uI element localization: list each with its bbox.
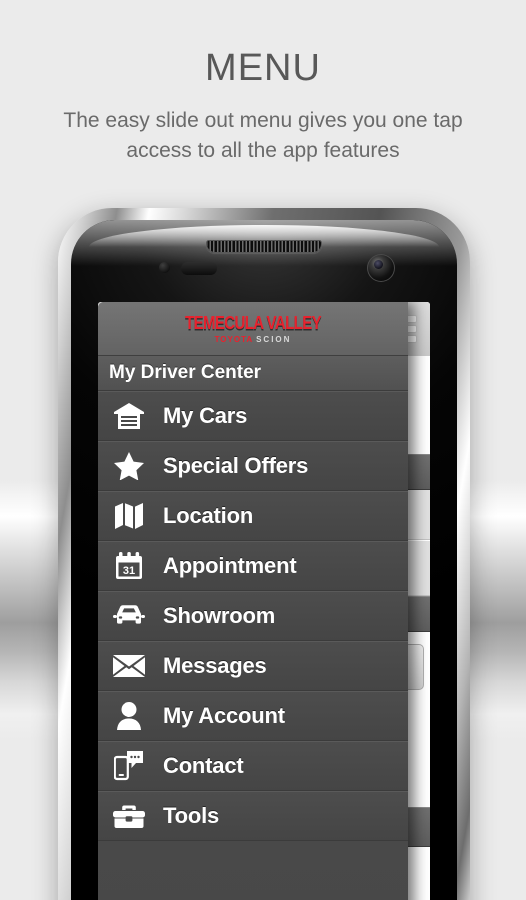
star-icon — [111, 449, 147, 483]
menu-item-label: Location — [163, 503, 254, 528]
slide-out-menu: TEMECULA VALLEY TOYOTA SCION My Driver C… — [98, 302, 408, 900]
page-subtitle: The easy slide out menu gives you one ta… — [63, 108, 463, 163]
dealer-logo: TEMECULA VALLEY TOYOTA SCION — [185, 312, 322, 344]
phone-mockup: Acc Em Log N TEMECULA VALLEY TOYOTA SCIO… — [58, 208, 470, 900]
envelope-icon — [111, 649, 147, 683]
speaker-grille-icon — [206, 240, 322, 253]
phone-glass-front: Acc Em Log N TEMECULA VALLEY TOYOTA SCIO… — [71, 220, 457, 900]
menu-item-label: Messages — [163, 653, 267, 678]
brand-scion: SCION — [256, 334, 292, 344]
menu-item-label: Special Offers — [163, 453, 309, 478]
dealer-logo-name: TEMECULA VALLEY — [185, 312, 322, 334]
phone-chat-icon — [111, 749, 147, 783]
garage-icon — [111, 399, 147, 433]
brand-toyota: TOYOTA — [214, 334, 253, 344]
person-icon — [111, 699, 147, 733]
proximity-sensor-icon — [159, 262, 170, 273]
toolbox-icon — [111, 799, 147, 833]
dealer-logo-bar: TEMECULA VALLEY TOYOTA SCION — [98, 302, 408, 356]
map-icon — [111, 499, 147, 533]
menu-item-label: Appointment — [163, 553, 297, 578]
menu-item-label: Showroom — [163, 603, 276, 628]
menu-item-contact[interactable]: Contact — [98, 741, 408, 791]
menu-item-label: Contact — [163, 753, 244, 778]
phone-screen: Acc Em Log N TEMECULA VALLEY TOYOTA SCIO… — [98, 302, 430, 900]
menu-item-tools[interactable]: Tools — [98, 791, 408, 841]
menu-item-my-account[interactable]: My Account — [98, 691, 408, 741]
menu-item-location[interactable]: Location — [98, 491, 408, 541]
menu-item-label: My Account — [163, 703, 285, 728]
menu-item-messages[interactable]: Messages — [98, 641, 408, 691]
page-header: MENU The easy slide out menu gives you o… — [0, 0, 526, 167]
menu-item-appointment[interactable]: 31 Appointment — [98, 541, 408, 591]
menu-item-label: Tools — [163, 803, 220, 828]
menu-item-showroom[interactable]: Showroom — [98, 591, 408, 641]
calendar-icon: 31 — [111, 549, 147, 583]
svg-text:31: 31 — [123, 565, 135, 577]
car-icon — [111, 599, 147, 633]
menu-item-special-offers[interactable]: Special Offers — [98, 441, 408, 491]
menu-item-my-cars[interactable]: My Cars — [98, 391, 408, 441]
front-camera-icon — [367, 254, 395, 282]
dealer-logo-brands: TOYOTA SCION — [185, 334, 321, 344]
drawer-section-header: My Driver Center — [98, 356, 408, 391]
menu-item-label: My Cars — [163, 403, 248, 428]
page-title: MENU — [205, 47, 321, 89]
light-sensor-icon — [181, 262, 217, 275]
